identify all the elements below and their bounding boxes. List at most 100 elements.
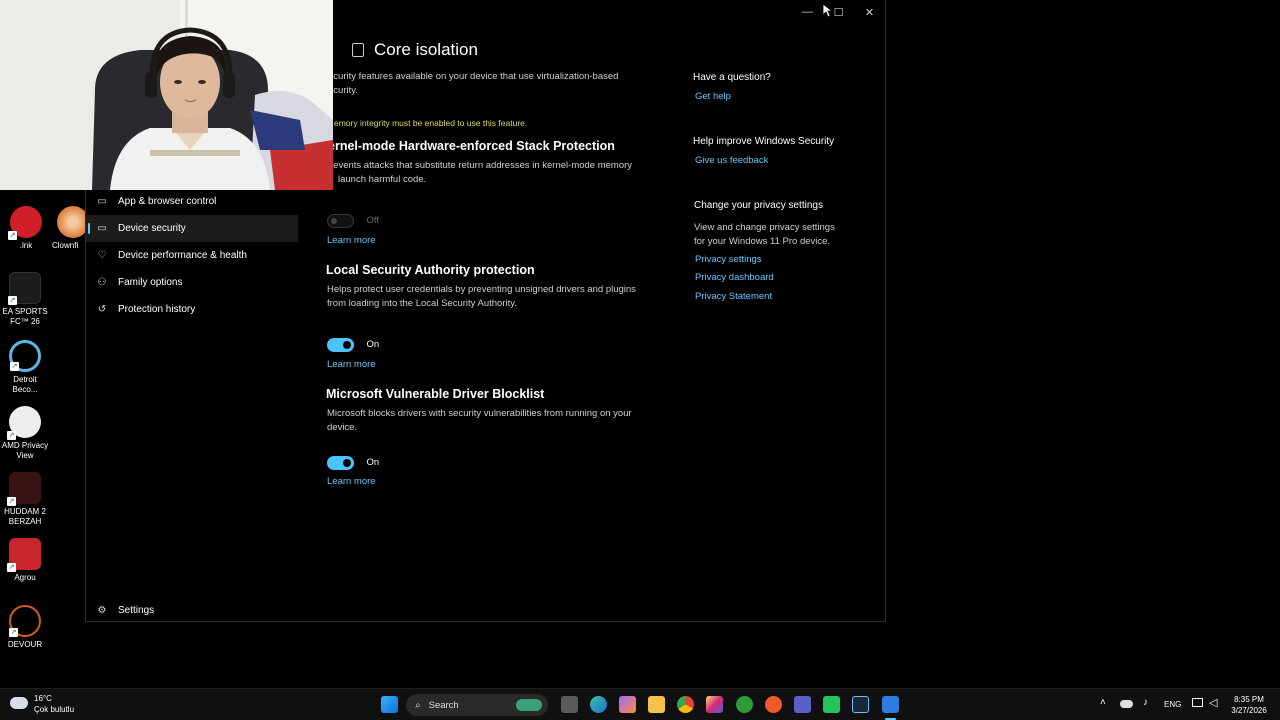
chrome-icon[interactable]	[677, 696, 694, 713]
driver-blocklist-toggle[interactable]	[327, 455, 354, 470]
ea-sports-icon: ↗	[8, 272, 41, 305]
privacy-heading: Change your privacy settings	[694, 200, 823, 211]
feedback-link[interactable]: Give us feedback	[695, 155, 768, 166]
weather-widget[interactable]: 16°C Çok bulutlu	[10, 694, 90, 716]
weather-temp: 16°C	[34, 694, 52, 703]
privacy-description: View and change privacy settings for you…	[694, 221, 835, 248]
desktop-icon-amd-privacy[interactable]: ↗ AMD Privacy View	[0, 406, 50, 460]
taskbar-search[interactable]: ⌕ Search	[406, 694, 548, 716]
core-isolation-icon	[352, 43, 364, 57]
whatsapp-icon[interactable]	[823, 696, 840, 713]
close-button[interactable]: ✕	[854, 0, 885, 24]
edge-icon[interactable]	[590, 696, 607, 713]
desktop-icon-agrou[interactable]: ↗ Agrou	[0, 538, 50, 583]
desktop-icon-detroit[interactable]: ↗ Detroit Beco...	[0, 340, 50, 394]
clock-time: 8:35 PM	[1234, 695, 1264, 704]
desktop-icon-huddam[interactable]: ↗ HUDDAM 2 BERZAH	[0, 472, 50, 526]
file-explorer-icon[interactable]	[648, 696, 665, 713]
lsa-toggle-row: On	[327, 336, 379, 354]
nav-item-app-browser-control[interactable]: ▭ App & browser control	[86, 188, 298, 215]
nav-item-label: App & browser control	[118, 196, 217, 207]
get-help-link[interactable]: Get help	[695, 91, 731, 102]
desktop-icon-lnk[interactable]: ↗ .lnk	[1, 206, 51, 251]
nav-item-device-performance[interactable]: ♡ Device performance & health	[86, 242, 298, 269]
task-view-icon[interactable]	[561, 696, 578, 713]
steam-icon[interactable]	[852, 696, 869, 713]
detroit-icon: ↗	[9, 340, 41, 372]
microphone-icon[interactable]: ♪	[1143, 697, 1148, 708]
nav-item-family-options[interactable]: ⚇ Family options	[86, 269, 298, 296]
desktop-icon-label: EA SPORTS FC™ 26	[2, 307, 48, 326]
intro-text: ecurity features available on your devic…	[328, 70, 658, 97]
nav-item-label: Device security	[118, 223, 186, 234]
instagram-icon[interactable]	[706, 696, 723, 713]
nav-item-device-security[interactable]: ▭ Device security	[86, 215, 298, 242]
copilot-icon[interactable]	[619, 696, 636, 713]
windows-start-icon[interactable]	[381, 696, 398, 713]
privacy-desc-line-2: for your Windows 11 Pro device.	[694, 235, 831, 247]
clock[interactable]: 8:35 PM 3/27/2026	[1226, 694, 1272, 716]
desktop-icon-ea-sports[interactable]: ↗ EA SPORTS FC™ 26	[0, 272, 50, 326]
memory-integrity-warning: emory integrity must be enabled to use t…	[334, 118, 528, 128]
ea-app-icon[interactable]	[765, 696, 782, 713]
weather-desc: Çok bulutlu	[34, 705, 75, 714]
page-title-text: Core isolation	[374, 40, 478, 59]
desc-line-2: from loading into the Local Security Aut…	[327, 297, 517, 309]
laptop-icon: ▭	[97, 223, 107, 234]
cloud-weather-icon	[10, 697, 28, 709]
window-controls: — ☐ ✕	[792, 0, 885, 24]
windows-security-taskbar-icon[interactable]	[882, 696, 899, 713]
gear-icon: ⚙	[97, 605, 107, 616]
desc-line-1: Microsoft blocks drivers with security v…	[327, 408, 632, 419]
driver-blocklist-toggle-row: On	[327, 454, 379, 472]
stack-protection-toggle[interactable]	[327, 213, 354, 228]
section-title-stack-protection: ernel-mode Hardware-enforced Stack Prote…	[328, 139, 615, 153]
chevron-up-icon[interactable]: ˄	[1100, 697, 1106, 708]
have-question-heading: Have a question?	[693, 72, 771, 83]
app-browser-icon: ▭	[97, 196, 107, 207]
volume-icon[interactable]: ◁	[1209, 696, 1217, 709]
section-desc-driver-blocklist: Microsoft blocks drivers with security v…	[327, 407, 667, 434]
learn-more-link-stack-protection[interactable]: Learn more	[327, 235, 376, 246]
desktop-icon-label: Detroit Beco...	[12, 375, 38, 394]
language-indicator[interactable]: ENG	[1164, 700, 1181, 709]
desktop-icon-devour[interactable]: ↗ DEVOUR	[0, 605, 50, 650]
clock-date: 3/27/2026	[1231, 706, 1267, 715]
nav-item-label: Protection history	[118, 304, 196, 315]
desktop-icon-label: DEVOUR	[7, 640, 43, 649]
desc-line-1: revents attacks that substitute return a…	[330, 160, 633, 171]
section-title-lsa-protection: Local Security Authority protection	[326, 263, 535, 277]
search-placeholder: Search	[428, 699, 459, 711]
learn-more-link-lsa[interactable]: Learn more	[327, 359, 376, 370]
webcam-person-image	[0, 0, 333, 190]
privacy-statement-link[interactable]: Privacy Statement	[695, 291, 772, 302]
search-highlight-icon	[516, 699, 542, 711]
desktop-icon-label: HUDDAM 2 BERZAH	[4, 507, 46, 526]
app-shortcut-icon: ↗	[8, 206, 42, 240]
toggle-state-label: Off	[366, 215, 379, 227]
minimize-button[interactable]: —	[792, 0, 823, 24]
history-icon: ↺	[97, 304, 107, 315]
taskbar: 16°C Çok bulutlu ⌕ Search ˄ ♪ ENG ◁ 8:35…	[0, 688, 1280, 720]
monitor-icon[interactable]	[1192, 698, 1203, 707]
improve-heading: Help improve Windows Security	[693, 136, 835, 147]
section-desc-lsa-protection: Helps protect user credentials by preven…	[327, 283, 667, 310]
desc-line-1: Helps protect user credentials by preven…	[327, 284, 636, 295]
toggle-state-label: On	[366, 457, 380, 469]
learn-more-link-driver-blocklist[interactable]: Learn more	[327, 476, 376, 487]
xbox-icon[interactable]	[736, 696, 753, 713]
nav-item-settings[interactable]: ⚙ Settings	[86, 597, 298, 624]
privacy-dashboard-link[interactable]: Privacy dashboard	[695, 272, 774, 283]
section-desc-stack-protection: revents attacks that substitute return a…	[330, 159, 665, 186]
privacy-settings-link[interactable]: Privacy settings	[695, 254, 762, 265]
privacy-desc-line-1: View and change privacy settings	[694, 222, 835, 233]
teams-icon[interactable]	[794, 696, 811, 713]
lsa-protection-toggle[interactable]	[327, 337, 354, 352]
nav-item-label: Device performance & health	[118, 250, 247, 261]
page-title: Core isolation	[352, 40, 478, 60]
family-icon: ⚇	[97, 277, 107, 288]
devour-icon: ↗	[9, 605, 41, 637]
onedrive-icon[interactable]	[1120, 700, 1133, 708]
toggle-state-label: On	[366, 339, 380, 351]
nav-item-protection-history[interactable]: ↺ Protection history	[86, 296, 298, 323]
